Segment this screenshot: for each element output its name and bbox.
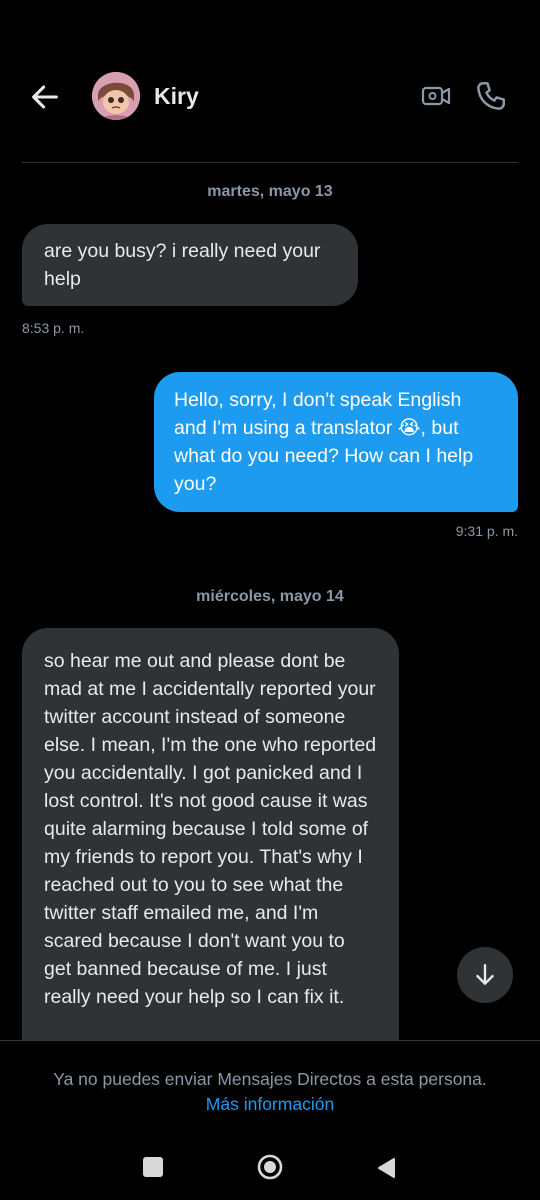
android-navigation-bar (0, 1140, 540, 1200)
date-separator: martes, mayo 13 (207, 183, 333, 200)
scroll-to-bottom-button[interactable] (457, 947, 513, 1003)
message-timestamp: 9:31 p. m. (455, 523, 518, 539)
back-arrow-icon[interactable] (28, 80, 62, 114)
dm-restricted-notice: Ya no puedes enviar Mensajes Directos a … (53, 1069, 487, 1089)
conversation-header: Kiry (0, 0, 540, 164)
phone-call-icon[interactable] (474, 79, 508, 113)
arrow-down-icon (476, 964, 494, 985)
dm-restricted-footer: Ya no puedes enviar Mensajes Directos a … (0, 1040, 540, 1141)
home-icon[interactable] (257, 1154, 283, 1180)
incoming-message[interactable]: so hear me out and please dont be mad at… (22, 628, 399, 1068)
message-timestamp: 8:53 p. m. (22, 320, 85, 336)
avatar-illustration (92, 72, 140, 120)
avatar[interactable] (92, 72, 140, 120)
date-separator: miércoles, mayo 14 (196, 588, 344, 605)
video-call-icon[interactable] (420, 80, 452, 112)
more-info-link[interactable]: Más información (0, 1094, 540, 1115)
header-divider (22, 162, 518, 163)
recents-icon[interactable] (143, 1157, 163, 1177)
outgoing-message[interactable]: Hello, sorry, I don't speak English and … (154, 372, 518, 512)
contact-name[interactable]: Kiry (154, 83, 199, 110)
back-triangle-icon[interactable] (376, 1157, 396, 1179)
incoming-message[interactable]: are you busy? i really need your help (22, 224, 358, 306)
